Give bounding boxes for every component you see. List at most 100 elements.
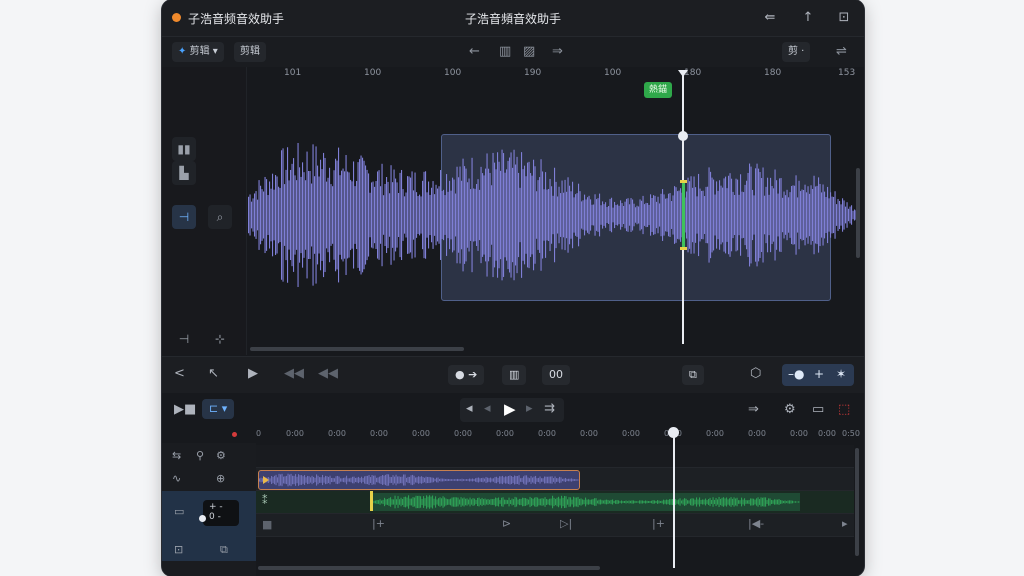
waveform-sample [517,476,519,484]
keyframe-icon[interactable]: ⊳ [502,517,511,530]
waveform-sample [609,198,611,232]
monitor-icon[interactable]: ▭ [812,402,824,417]
timeline-horizontal-scrollbar[interactable] [258,566,600,570]
export-clip-icon[interactable]: ⧉ [220,543,228,557]
waveform-sample [660,193,662,237]
waveform-sample [615,500,617,504]
clip-edit-button[interactable]: 剪辑 [234,42,266,62]
comment-icon[interactable]: ▭ [174,505,184,518]
grid-view-icon[interactable]: ▥ [499,44,511,59]
vertical-scrollbar[interactable] [856,168,860,258]
grid-icon[interactable]: ▥ [502,365,527,385]
record-frame-icon[interactable]: ⬚ [838,402,850,417]
swap-icon[interactable]: ⇆ [172,449,181,462]
upload-icon[interactable]: ↑ [798,8,818,28]
waveform-sample [521,477,523,483]
green-audio-clip[interactable] [372,493,801,511]
waveform-sample [517,499,519,505]
keyframe-icon[interactable]: ▷| [560,517,572,530]
target-icon[interactable]: ⊕ [216,472,225,485]
cursor-star-icon[interactable]: ✶ [836,367,846,381]
play-small-icon[interactable]: ▶ [248,366,258,381]
marker-label[interactable]: 熱錨 [644,82,673,98]
tool-dropdown[interactable]: ⊏ ▾ [202,399,235,419]
waveform-sample [347,171,349,259]
back-icon[interactable]: < [174,366,185,381]
filter-icon[interactable]: ⚲ [196,449,204,462]
waveform-icon[interactable]: ∿ [172,472,181,485]
redo-arrow-icon[interactable]: ⇒ [552,44,563,59]
playhead-top-icon[interactable] [678,70,688,77]
counter-display[interactable]: 00 [542,365,570,385]
undo-arrow-icon[interactable]: ← [469,44,480,59]
keyframe-icon[interactable]: ▸ [842,517,848,530]
step-forward-icon[interactable]: ▸ [526,401,533,416]
playhead-knob[interactable] [678,131,688,141]
gear-icon[interactable]: ⚙ [216,449,226,462]
waveform-sample [579,498,581,506]
next-icon[interactable]: ⇉ [544,401,555,416]
plus-icon[interactable]: + [814,367,824,381]
mode-toggle[interactable]: ● ➔ [448,365,485,385]
waveform-sample [373,500,375,504]
timeline-playhead[interactable] [673,432,675,568]
split-left-icon[interactable]: ⊣ [172,327,196,351]
waveform-sample [437,477,439,483]
audio-clip[interactable] [258,470,580,490]
export-icon[interactable]: ⊡ [834,8,854,28]
waveform-sample [810,185,812,245]
camera-icon[interactable]: ▶■ [174,402,196,417]
ruler-tick: 100 [364,68,382,78]
split-right-icon[interactable]: ⊹ [208,327,232,351]
level-view-icon[interactable]: ▙ [172,161,196,185]
timeline-vertical-scrollbar[interactable] [855,448,859,556]
timeline-playhead-knob[interactable] [668,427,679,438]
cube-icon[interactable]: ⬡ [750,366,761,381]
keyframe-icon[interactable]: |◀- [748,517,764,530]
frame-icon[interactable]: ⊡ [174,543,183,556]
waveform-sample [379,499,381,505]
step-back-icon[interactable]: ◂ [484,401,491,416]
clip-start-marker[interactable] [370,491,373,511]
list-indent-icon[interactable]: ⇚ [760,8,780,28]
waveform-sample [600,205,602,225]
bar-view-icon[interactable]: ▮▮ [172,137,196,161]
rewind-icon[interactable]: ◀◀ [284,366,304,381]
waveform-sample [418,495,420,509]
waveform-sample [366,169,368,261]
volume-tooltip: + - 0 - [203,500,239,526]
line-knob-icon[interactable]: –● [788,367,804,381]
zoom-icon[interactable]: ⌕ [208,205,232,229]
waveform-sample [336,160,338,270]
fast-rewind-icon[interactable]: ◀◀ [318,366,338,381]
waveform-sample [818,177,820,253]
volume-knob[interactable] [199,515,206,522]
play-icon[interactable]: ▶ [504,400,516,418]
waveform-sample [682,499,684,505]
jump-start-icon[interactable]: ↖ [208,366,219,381]
waveform-sample [667,499,669,505]
pattern-view-icon[interactable]: ▨ [523,44,535,59]
waveform-sample [612,207,614,223]
waveform[interactable] [248,84,858,346]
waveform-sample [308,170,310,260]
keyframe-icon[interactable]: |+ [652,517,665,530]
trim-tool-icon[interactable]: ⊣ [172,205,196,229]
prev-icon[interactable]: ◂ [466,401,473,416]
keyframe-icon[interactable]: |+ [372,517,385,530]
waveform-sample [665,198,667,232]
waveform-sample [487,499,489,505]
settings-icon[interactable]: ⚙ [784,402,796,417]
waveform-sample [749,163,751,267]
window-icon[interactable]: ⧉ [682,365,704,385]
waveform-sample [753,195,755,235]
horizontal-scrollbar[interactable] [250,347,464,351]
view-dropdown[interactable]: 剪 · [782,42,811,62]
forward-icon[interactable]: ⇒ [748,402,759,417]
waveform-sample [489,499,491,505]
waveform-sample [714,194,716,236]
adjust-icon[interactable]: ⇌ [836,44,847,59]
waveform-sample [349,478,351,482]
waveform-sample [535,497,537,507]
edit-mode-dropdown[interactable]: ✦ 剪辑 ▾ [172,42,224,62]
